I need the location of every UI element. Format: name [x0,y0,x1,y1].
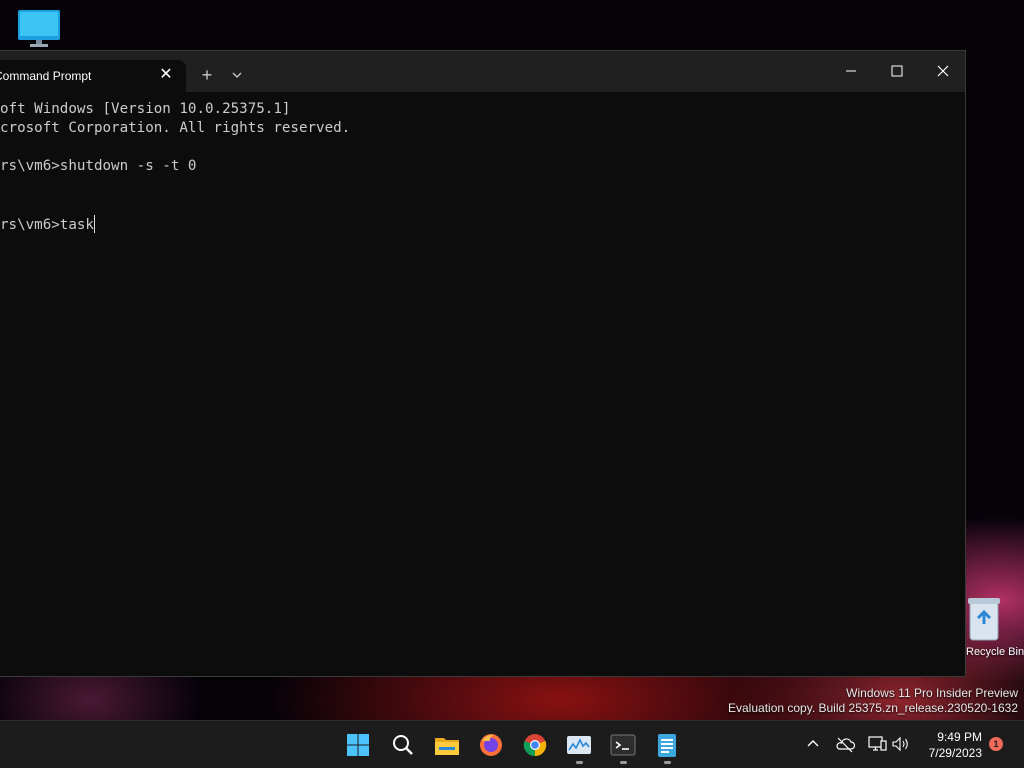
command-prompt-line[interactable]: rs\vm6>task [0,215,95,233]
terminal-icon [610,734,636,756]
onedrive-button[interactable] [834,733,856,755]
task-manager-icon [567,736,591,754]
new-tab-button[interactable]: + [196,63,218,87]
firefox-icon [480,734,502,756]
recycle-bin[interactable]: Recycle Bin [960,594,1024,664]
tab-command-prompt[interactable]: Command Prompt ✕ [0,60,186,92]
running-indicator [576,761,583,764]
network-button[interactable] [866,733,888,755]
file-explorer-button[interactable] [433,731,461,759]
tab-close-button[interactable]: ✕ [156,65,176,85]
output-line: rs\vm6>shutdown -s -t 0 [0,158,197,174]
clock-time: 9:49 PM [937,730,982,744]
current-command: rs\vm6>task [0,217,94,233]
recycle-bin-label: Recycle Bin [966,646,1024,658]
output-line: crosoft Corporation. All rights reserved… [0,120,351,136]
search-button[interactable] [389,731,417,759]
chevron-down-icon [232,72,242,78]
tab-dropdown-button[interactable] [226,63,248,87]
notification-badge[interactable]: 1 [989,737,1003,751]
clock-date: 7/29/2023 [928,746,982,760]
running-indicator [620,761,627,764]
evaluation-watermark: Windows 11 Pro Insider Preview Evaluatio… [728,686,1018,716]
volume-icon [892,736,908,752]
taskbar: 9:49 PM 7/29/2023 1 [0,720,1024,768]
terminal-button[interactable] [609,731,637,759]
start-button[interactable] [344,731,372,759]
minimize-button[interactable] [828,51,874,91]
chevron-up-icon [807,740,819,747]
search-icon [393,735,413,755]
output-line: oft Windows [Version 10.0.25375.1] [0,101,291,117]
windows-start-icon [347,734,369,756]
chrome-icon [523,734,547,757]
volume-button[interactable] [890,733,912,755]
terminal-titlebar[interactable]: Command Prompt ✕ + [0,51,965,92]
maximize-button[interactable] [874,51,920,91]
notepad-icon [658,734,676,757]
close-window-button[interactable] [920,51,966,91]
running-indicator [664,761,671,764]
this-pc-icon[interactable] [18,10,60,48]
watermark-line-2: Evaluation copy. Build 25375.zn_release.… [728,701,1018,715]
firefox-button[interactable] [477,731,505,759]
watermark-line-1: Windows 11 Pro Insider Preview [846,686,1018,700]
notepad-button[interactable] [653,731,681,759]
task-manager-button[interactable] [565,731,593,759]
file-explorer-icon [435,738,459,755]
close-icon [937,65,949,77]
show-hidden-icons-button[interactable] [802,733,824,755]
tab-title: Command Prompt [0,69,92,83]
recycle-bin-icon [968,598,1000,641]
minimize-icon [846,70,856,72]
terminal-window[interactable]: Command Prompt ✕ + oft Windows [Version … [0,50,966,677]
text-cursor [93,215,95,233]
chrome-button[interactable] [521,731,549,759]
cloud-offline-icon [836,737,856,753]
terminal-output[interactable]: oft Windows [Version 10.0.25375.1] croso… [0,92,965,676]
maximize-icon [891,65,903,77]
taskbar-clock[interactable]: 9:49 PM 7/29/2023 [918,729,982,761]
network-icon [868,736,887,751]
